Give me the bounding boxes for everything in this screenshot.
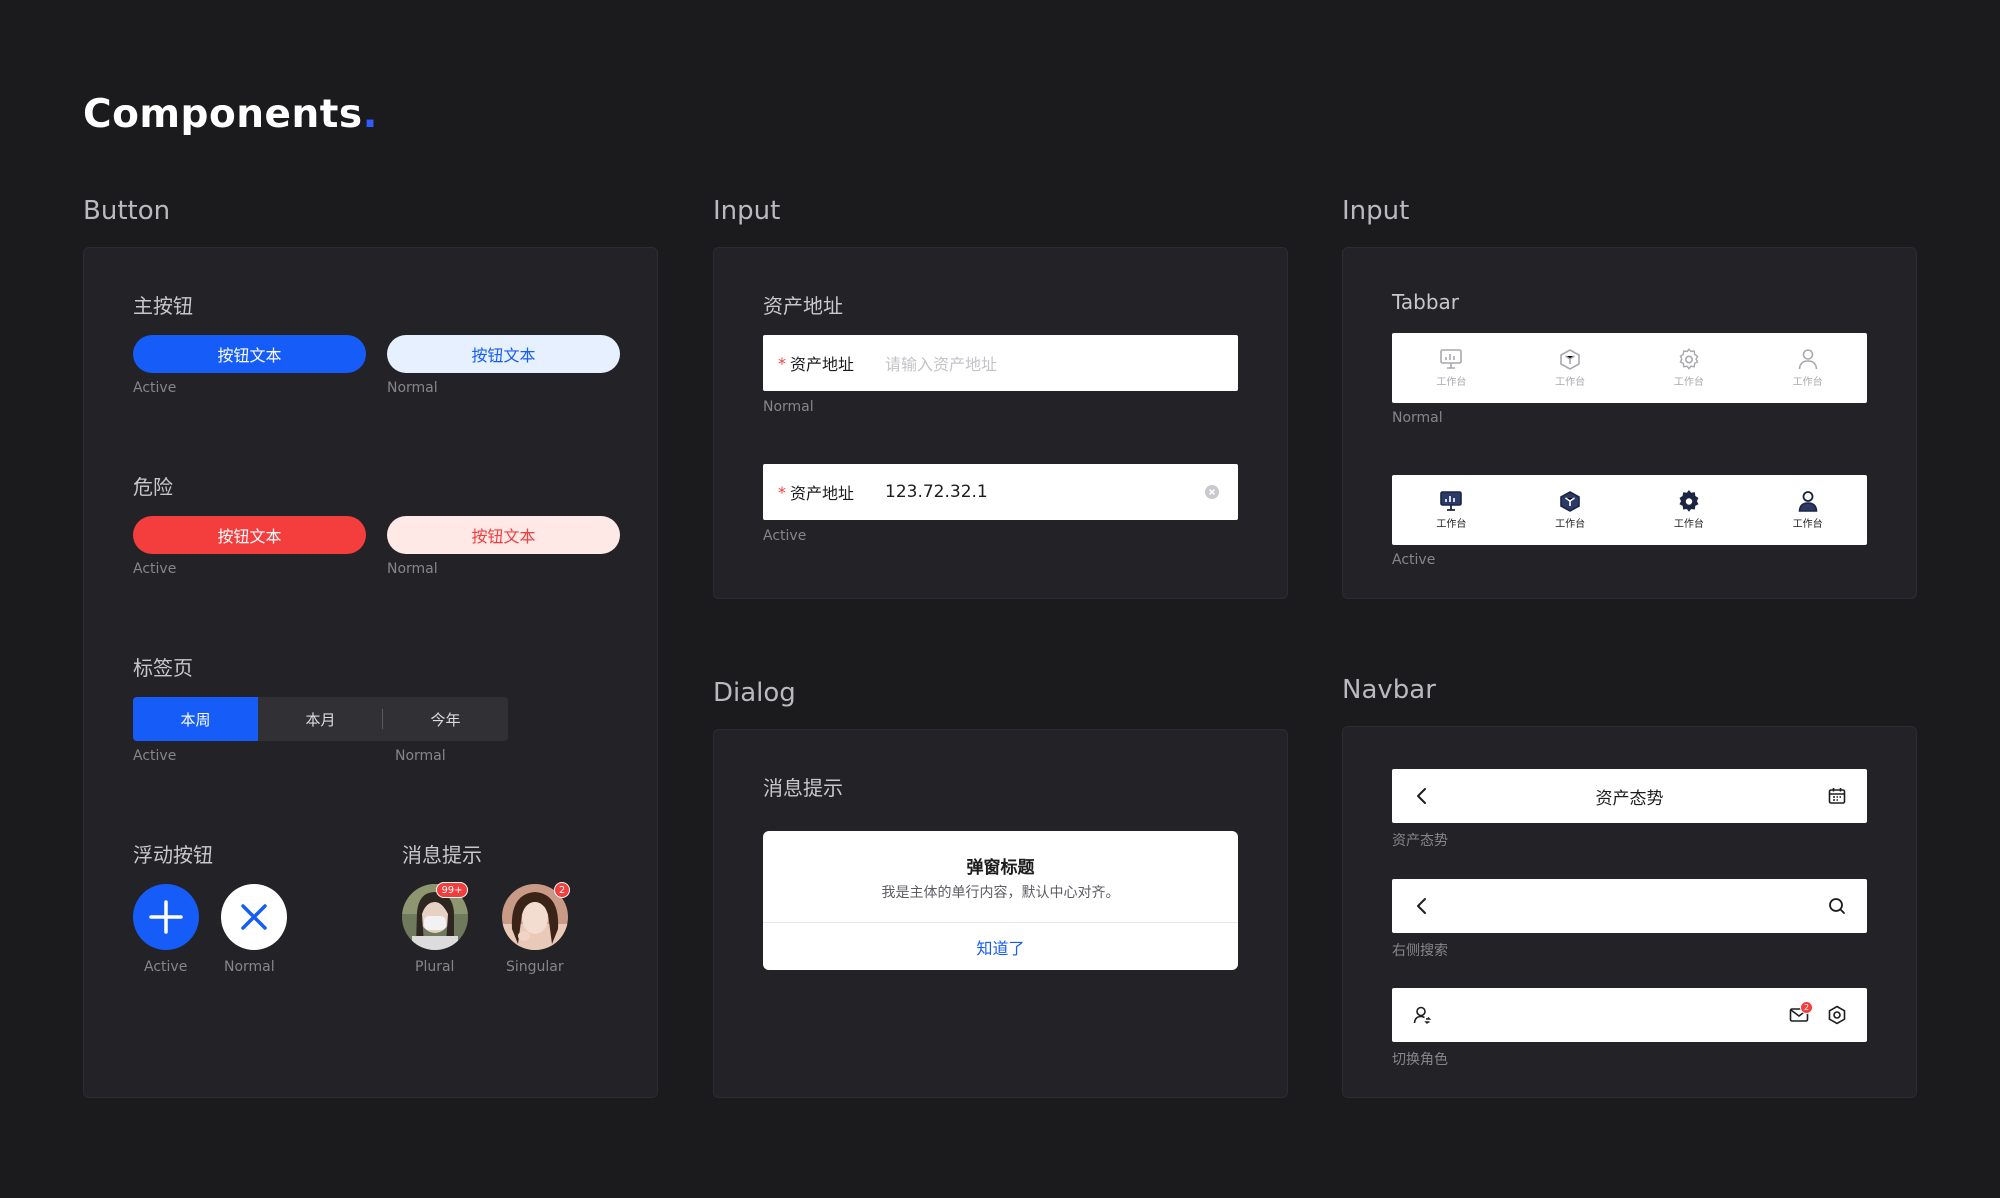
primary-active-button[interactable]: 按钮文本 [133, 335, 366, 373]
tab-workbench[interactable]: 工作台 [1392, 475, 1511, 545]
button-card: 主按钮 按钮文本 按钮文本 Active Normal 危险 按钮文本 按钮文本… [83, 247, 658, 1098]
input-placeholder: 请输入资产地址 [885, 355, 998, 374]
tabs-label: 标签页 [133, 656, 193, 680]
segmented-tabs: 本周 本月 今年 [133, 697, 508, 741]
tab-workbench[interactable]: 工作台 [1511, 333, 1630, 403]
field-label: 资产地址 [790, 355, 855, 374]
state-label: Normal [224, 959, 275, 975]
section-title-navbar: Navbar [1342, 675, 1436, 705]
section-title-dialog: Dialog [713, 678, 796, 708]
user-icon [1798, 349, 1817, 370]
state-label: Normal [395, 748, 446, 764]
state-label: Singular [506, 959, 564, 975]
navbar-title-text: 资产态势 [1595, 789, 1664, 809]
avatar-plural[interactable]: 99+ [402, 882, 468, 950]
state-label: Normal [387, 561, 438, 577]
clear-icon[interactable] [1204, 484, 1220, 504]
state-label: Active [144, 959, 188, 975]
mail-icon[interactable]: 2 [1789, 1001, 1813, 1028]
tabbar-label: Tabbar [1392, 290, 1460, 314]
dialog-label: 消息提示 [763, 776, 843, 800]
primary-normal-button[interactable]: 按钮文本 [387, 335, 620, 373]
cube-icon [1560, 491, 1580, 512]
fab-label: 浮动按钮 [133, 843, 213, 867]
section-title-button: Button [83, 196, 171, 226]
state-label: Plural [415, 959, 455, 975]
tab-this-month[interactable]: 本月 [258, 697, 383, 741]
section-title-input: Input [713, 196, 781, 226]
plus-icon [149, 900, 183, 934]
asset-address-input-active[interactable]: * 资产地址 123.72.32.1 [763, 464, 1238, 520]
state-label: Normal [1392, 410, 1443, 426]
fab-close-button[interactable] [221, 884, 287, 950]
state-label: Active [763, 528, 807, 544]
monitor-icon [1440, 491, 1463, 511]
tab-workbench[interactable]: 工作台 [1630, 475, 1749, 545]
notification-badge: 99+ [436, 882, 468, 898]
avatar-singular[interactable]: 2 [502, 882, 570, 950]
asset-address-input-normal[interactable]: * 资产地址 请输入资产地址 [763, 335, 1238, 391]
close-icon [241, 904, 267, 930]
settings-icon[interactable] [1827, 1005, 1847, 1029]
section-title-tabbar: Input [1342, 196, 1410, 226]
navbar-caption: 资产态势 [1392, 833, 1448, 849]
tab-this-week[interactable]: 本周 [133, 697, 258, 741]
navbar-caption: 右侧搜索 [1392, 943, 1448, 959]
tab-workbench[interactable]: 工作台 [1748, 475, 1867, 545]
state-label: Active [133, 748, 177, 764]
page-title: Components. [83, 92, 378, 137]
tab-workbench[interactable]: 工作台 [1392, 333, 1511, 403]
gear-icon [1679, 490, 1699, 512]
state-label: Active [133, 561, 177, 577]
monitor-icon [1440, 349, 1463, 369]
state-label: Normal [387, 380, 438, 396]
tabbar-active: 工作台 工作台 工作台 工作台 [1392, 475, 1867, 545]
switch-user-icon[interactable] [1412, 1005, 1432, 1029]
navbar-search [1392, 879, 1867, 933]
fab-add-button[interactable] [133, 884, 199, 950]
notification-badge: 2 [1800, 1001, 1813, 1014]
dialog-confirm-button[interactable]: 知道了 [763, 923, 1238, 970]
message-label: 消息提示 [402, 843, 482, 867]
tabbar-card: Tabbar 工作台 工作台 工作台 工作台 Normal 工作台 工作台 工作… [1342, 247, 1917, 599]
tab-workbench[interactable]: 工作台 [1630, 333, 1749, 403]
input-card: 资产地址 * 资产地址 请输入资产地址 Normal * 资产地址 123.72… [713, 247, 1288, 599]
dialog-card: 消息提示 弹窗标题 我是主体的单行内容，默认中心对齐。 知道了 [713, 729, 1288, 1098]
back-icon[interactable] [1412, 896, 1432, 920]
user-icon [1798, 491, 1817, 512]
notification-badge: 2 [554, 882, 570, 898]
state-label: Normal [763, 399, 814, 415]
navbar-card: 资产态势 资产态势 右侧搜索 2 切换角色 [1342, 726, 1917, 1098]
danger-button-label: 危险 [133, 475, 173, 499]
navbar-title: 资产态势 [1392, 769, 1867, 823]
required-mark: * [778, 353, 786, 373]
search-icon[interactable] [1827, 896, 1847, 920]
danger-normal-button[interactable]: 按钮文本 [387, 516, 620, 554]
state-label: Active [133, 380, 177, 396]
cube-icon [1560, 349, 1580, 370]
gear-icon [1679, 348, 1699, 370]
input-value: 123.72.32.1 [885, 482, 988, 502]
state-label: Active [1392, 552, 1436, 568]
tab-workbench[interactable]: 工作台 [1748, 333, 1867, 403]
calendar-icon[interactable] [1827, 786, 1847, 810]
danger-active-button[interactable]: 按钮文本 [133, 516, 366, 554]
asset-address-label: 资产地址 [763, 294, 843, 318]
field-label: 资产地址 [790, 484, 855, 503]
navbar-caption: 切换角色 [1392, 1052, 1448, 1068]
tabbar-normal: 工作台 工作台 工作台 工作台 [1392, 333, 1867, 403]
primary-button-label: 主按钮 [133, 294, 193, 318]
tab-workbench[interactable]: 工作台 [1511, 475, 1630, 545]
tab-this-year[interactable]: 今年 [383, 697, 508, 741]
navbar-role: 2 [1392, 988, 1867, 1042]
dialog: 弹窗标题 我是主体的单行内容，默认中心对齐。 知道了 [763, 831, 1238, 970]
required-mark: * [778, 482, 786, 502]
dialog-body: 我是主体的单行内容，默认中心对齐。 [881, 885, 1120, 901]
dialog-title: 弹窗标题 [966, 858, 1035, 878]
